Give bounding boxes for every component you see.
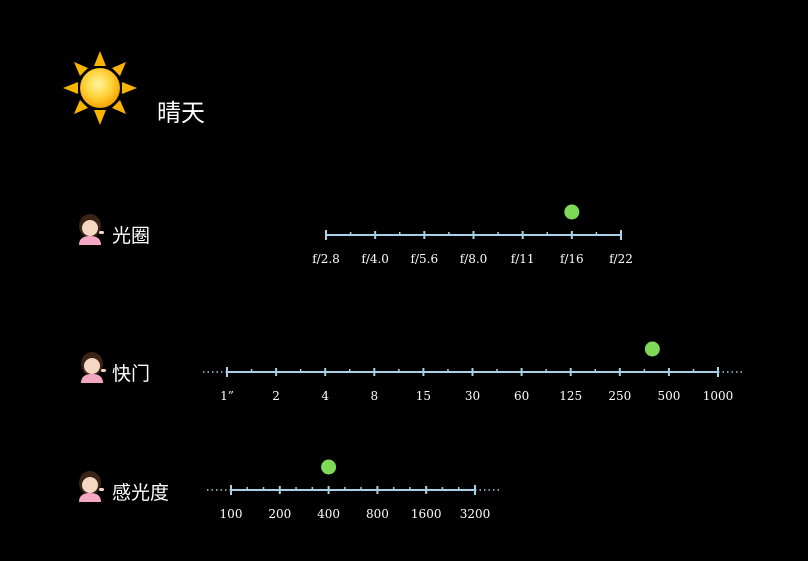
tick-label: 15 [416,389,431,403]
person-info-icon [79,214,104,245]
tick-label: f/16 [560,252,584,266]
tick-label: 1000 [703,389,734,403]
shutter-scale: 1” 2 4 8 15 30 60 125 250 500 1000 [203,341,744,403]
person-info-icon [81,352,106,383]
tick-label: 3200 [460,507,491,521]
shutter-label: 快门 [112,363,150,385]
tick-label: 250 [608,389,631,403]
page-title: 晴天 [157,99,205,127]
tick-label: 2 [272,389,280,403]
exposure-diagram: 晴天 光圈 f/2.8 f/4.0 f/5.6 f/8.0 f/11 f/16 f/22 快… [63,51,744,521]
iso-label: 感光度 [112,482,169,504]
iso-row: 感光度 100 200 400 800 1600 3200 [79,459,501,521]
tick-label: 8 [370,389,378,403]
aperture-label: 光圈 [112,225,150,247]
tick-label: f/4.0 [361,252,389,266]
selection-marker [644,341,660,357]
tick-label: 800 [366,507,389,521]
tick-label: f/22 [609,252,633,266]
tick-label: 1600 [411,507,442,521]
person-info-icon [79,471,104,502]
tick-label: 1” [220,389,234,403]
tick-label: 400 [317,507,340,521]
aperture-row: 光圈 f/2.8 f/4.0 f/5.6 f/8.0 f/11 f/16 f/22 [79,204,633,266]
shutter-row: 快门 1” 2 4 8 15 30 60 125 250 500 1000 [81,341,744,403]
tick-label: f/5.6 [411,252,439,266]
tick-label: 500 [657,389,680,403]
iso-scale: 100 200 400 800 1600 3200 [207,459,501,521]
selection-marker [564,204,580,220]
selection-marker [321,459,337,475]
tick-label: f/11 [511,252,535,266]
aperture-scale: f/2.8 f/4.0 f/5.6 f/8.0 f/11 f/16 f/22 [312,204,633,266]
tick-label: f/8.0 [460,252,488,266]
tick-label: 30 [465,389,480,403]
tick-label: 100 [220,507,243,521]
tick-label: 200 [268,507,291,521]
tick-label: 4 [321,389,329,403]
tick-label: f/2.8 [312,252,340,266]
tick-label: 125 [559,389,582,403]
tick-label: 60 [514,389,529,403]
sun-icon [63,51,137,125]
